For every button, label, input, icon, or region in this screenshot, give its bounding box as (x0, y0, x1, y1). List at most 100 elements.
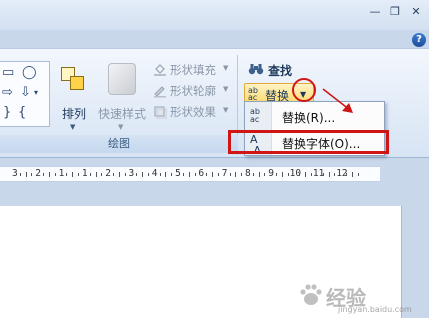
ruler-tick (159, 173, 161, 176)
ruler-number: 3 (128, 168, 135, 179)
oval-shape-icon[interactable]: ◯ (22, 66, 37, 79)
annotation-arrow-icon (322, 88, 353, 113)
ruler-tick (118, 172, 120, 177)
ruler-tick (276, 173, 278, 176)
close-button[interactable]: ✕ (407, 4, 425, 20)
baidu-paw-logo-icon (300, 284, 322, 305)
title-bar: — ❐ ✕ (0, 0, 429, 30)
ruler-tick (194, 173, 196, 176)
ruler-number: 8 (245, 168, 251, 179)
brace-left-shape-icon[interactable]: { (18, 106, 26, 119)
rectangle-shape-icon[interactable]: ▭ (2, 66, 14, 79)
ruler-tick (72, 172, 74, 177)
ruler-tick (357, 173, 359, 176)
arrange-label: 排列 (61, 107, 86, 121)
find-label: 查找 (268, 64, 293, 78)
shape-effects-button[interactable]: 形状效果 ▼ (153, 103, 235, 121)
ruler-tick (322, 173, 324, 176)
chevron-down-icon: ▼ (118, 123, 124, 131)
ruler-tick (124, 173, 126, 176)
ruler-tick (212, 172, 214, 177)
ruler-tick (147, 173, 149, 176)
ruler-number: 2 (35, 168, 42, 179)
brace-shape-icon[interactable]: } (3, 106, 11, 119)
ruler-number: 6 (198, 168, 205, 179)
ruler-tick (101, 173, 103, 176)
ruler-tick (235, 172, 237, 177)
ruler-tick (264, 173, 266, 176)
annotation-circle (292, 78, 316, 102)
ruler-tick (31, 173, 33, 176)
ruler-tick (217, 173, 219, 176)
down-arrow-shape-icon[interactable]: ⇩ (20, 86, 31, 99)
arrange-button[interactable]: 排列 ▼ (57, 63, 91, 133)
ruler-number: 2 (105, 168, 111, 179)
ruler-tick (54, 173, 56, 176)
binoculars-icon (248, 64, 264, 75)
ruler-tick (25, 172, 27, 177)
chevron-down-icon: ▼ (70, 123, 76, 131)
ruler-tick (258, 172, 260, 177)
help-icon[interactable]: ? (412, 33, 426, 47)
ruler-tick (241, 173, 243, 176)
ruler-number: 9 (268, 168, 275, 179)
ruler-tick (281, 172, 283, 177)
drawing-group-label: 绘图 (0, 135, 238, 153)
replace-icon: ab ac (250, 107, 260, 124)
gallery-expand-icon[interactable]: ▾ (34, 86, 38, 99)
horizontal-ruler: 3 2 1 1 2 3 4 5 6 7 8 9 10 11 12 (0, 166, 380, 182)
shape-effects-icon (154, 106, 167, 119)
find-button[interactable]: 查找 (248, 61, 328, 79)
paint-bucket-icon (154, 64, 166, 76)
ruler-number: 3 (12, 168, 18, 179)
replace-icon: ab ac (248, 86, 258, 102)
shape-fill-button[interactable]: 形状填充 ▼ (153, 61, 235, 79)
shape-outline-button[interactable]: 形状轮廓 ▼ (153, 82, 235, 100)
ruler-tick (43, 173, 45, 176)
ruler-number: 1 (81, 168, 88, 179)
annotation-box (228, 130, 389, 154)
shape-outline-label: 形状轮廓 (170, 84, 216, 98)
minimize-button[interactable]: — (366, 4, 384, 20)
ruler-number: 7 (221, 168, 228, 179)
ruler-tick (165, 172, 167, 177)
ruler-tick (136, 173, 138, 176)
ruler-tick (252, 173, 254, 176)
ruler-tick (299, 173, 301, 176)
ruler-number: 4 (151, 168, 158, 179)
ruler-number: 5 (175, 168, 181, 179)
ruler-tick (95, 172, 97, 177)
ruler-tick (351, 172, 353, 177)
ruler-tick (206, 173, 208, 176)
shapes-gallery[interactable]: ▭ ◯ ⇨ ⇩ } { ▾ (0, 61, 50, 127)
chevron-down-icon: ▼ (223, 106, 229, 114)
right-arrow-shape-icon[interactable]: ⇨ (2, 86, 13, 99)
ruler-tick (182, 173, 184, 176)
quick-styles-icon (108, 63, 136, 95)
ruler-tick (328, 172, 330, 177)
ruler-tick (66, 173, 68, 176)
ruler-tick (171, 173, 173, 176)
menu-item-replace[interactable]: ab ac 替换(R)... (246, 104, 383, 128)
ruler-number: 1 (58, 168, 65, 179)
ruler-tick (113, 173, 115, 176)
ruler-tick (48, 172, 50, 177)
drawing-group: ▭ ◯ ⇨ ⇩ } { ▾ 排列 ▼ 快速样式 ▼ 形状填充 ▼ 形状轮廓 ▼ … (0, 55, 238, 155)
ruler-tick (19, 173, 21, 176)
quick-styles-label: 快速样式 (97, 107, 146, 121)
watermark: 经验 jingyan.baidu.com (298, 278, 428, 314)
ruler-tick (188, 172, 190, 177)
ruler-tick (305, 172, 307, 177)
ruler-tick (89, 173, 91, 176)
ruler-tick (229, 173, 231, 176)
quick-styles-button[interactable]: 快速样式 ▼ (96, 63, 148, 133)
pencil-icon (154, 86, 166, 98)
ruler-tick (78, 173, 80, 176)
watermark-url: jingyan.baidu.com (338, 305, 412, 314)
restore-button[interactable]: ❐ (386, 4, 404, 20)
chevron-down-icon: ▼ (223, 64, 229, 72)
ruler-tick (346, 173, 348, 176)
ruler-tick (142, 172, 144, 177)
chevron-down-icon: ▼ (223, 85, 229, 93)
shape-effects-label: 形状效果 (170, 105, 216, 119)
